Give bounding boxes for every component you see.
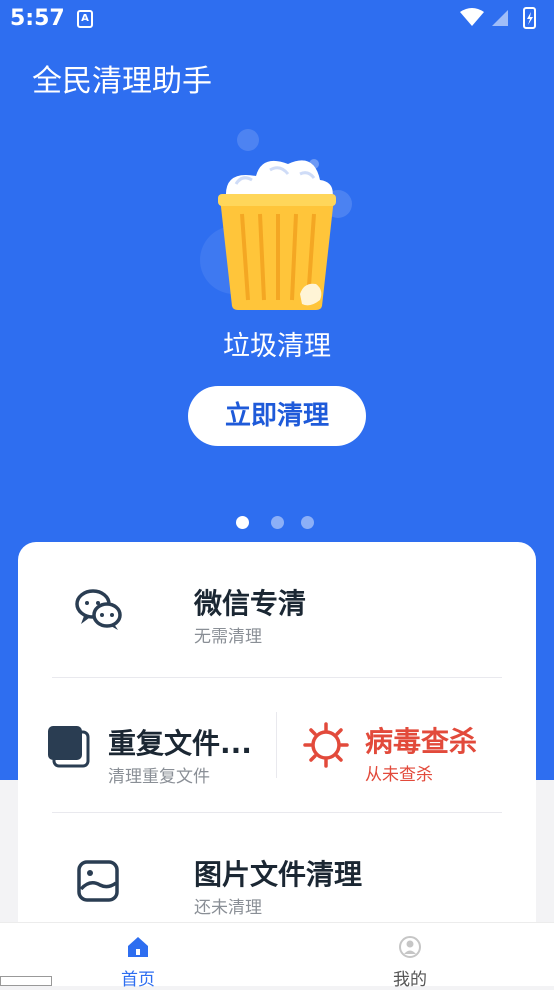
- system-status-icons: [460, 7, 536, 29]
- nav-mine-label: 我的: [393, 970, 427, 990]
- image-file-icon: [77, 860, 119, 902]
- virus-scan-item[interactable]: 病毒查杀 从未查杀: [277, 678, 536, 812]
- app-title: 全民清理助手: [32, 64, 212, 99]
- wechat-clean-item[interactable]: 微信专清 无需清理: [18, 542, 536, 676]
- notification-icon: A: [77, 10, 93, 28]
- clean-now-button[interactable]: 立即清理: [188, 386, 366, 446]
- virus-icon: [303, 722, 349, 768]
- duplicate-files-icon: [48, 726, 90, 768]
- image-clean-title: 图片文件清理: [194, 858, 363, 891]
- page-dot-3[interactable]: [301, 516, 314, 529]
- wechat-clean-status: 无需清理: [194, 627, 262, 647]
- nav-home[interactable]: 首页: [78, 923, 198, 990]
- duplicate-files-title: 重复文件...: [108, 727, 252, 760]
- bottom-navigation: 首页 我的: [0, 922, 554, 990]
- virus-scan-title: 病毒查杀: [365, 725, 478, 758]
- wechat-clean-title: 微信专清: [194, 587, 307, 620]
- page-dot-1[interactable]: [236, 516, 249, 529]
- junk-clean-label: 垃圾清理: [223, 331, 331, 362]
- duplicate-files-status: 清理重复文件: [108, 767, 210, 787]
- watermark-stamp: [0, 976, 52, 986]
- wechat-icon: [75, 589, 122, 630]
- page-indicator: [236, 516, 320, 530]
- duplicate-files-item[interactable]: 重复文件... 清理重复文件: [18, 678, 276, 812]
- home-icon: [128, 937, 148, 957]
- image-clean-status: 还未清理: [194, 898, 262, 918]
- trash-bin-illustration: [200, 129, 352, 310]
- status-bar: 5:57 A: [0, 0, 554, 38]
- virus-scan-status: 从未查杀: [365, 765, 433, 785]
- features-card: 微信专清 无需清理 重复文件... 清理重复文件 病毒查杀 从未查杀 图片文件清…: [18, 542, 536, 982]
- nav-home-label: 首页: [121, 970, 155, 990]
- status-time: 5:57: [10, 6, 65, 31]
- page-dot-2[interactable]: [271, 516, 284, 529]
- wifi-icon: [460, 8, 484, 26]
- signal-icon: [492, 10, 508, 26]
- user-icon: [399, 936, 421, 958]
- nav-mine[interactable]: 我的: [350, 923, 470, 990]
